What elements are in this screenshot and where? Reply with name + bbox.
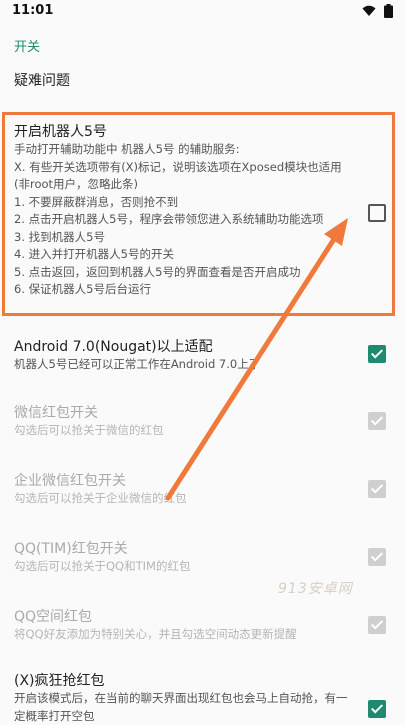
check-icon	[370, 413, 384, 426]
android7-pref[interactable]: Android 7.0(Nougat)以上适配 机器人5号已经可以正常工作在An…	[0, 330, 405, 380]
android7-pref-title: Android 7.0(Nougat)以上适配	[14, 339, 213, 355]
check-icon	[370, 481, 384, 494]
wechat-pref[interactable]: 微信红包开关 勾选后可以抢关于微信的红包	[0, 396, 405, 446]
work-wechat-checkbox[interactable]	[368, 480, 386, 498]
accessibility-line: X. 有些开关选项带有(X)标记，说明该选项在Xposed模块也适用	[14, 159, 342, 174]
check-icon	[370, 346, 384, 359]
accessibility-pref-title: 开启机器人5号	[14, 124, 107, 140]
qzone-checkbox[interactable]	[368, 616, 386, 634]
status-time: 11:01	[12, 3, 54, 18]
wechat-checkbox[interactable]	[368, 412, 386, 430]
wechat-pref-summary: 勾选后可以抢关于微信的红包	[14, 423, 164, 437]
accessibility-line: 5. 点击返回，返回到机器人5号的界面查看是否开启成功	[14, 264, 301, 279]
accessibility-line: 4. 进入并打开机器人5号的开关	[14, 247, 174, 261]
accessibility-line: 手动打开辅助功能中 机器人5号 的辅助服务:	[14, 142, 240, 156]
check-icon	[370, 549, 384, 562]
watermark: 913安卓网	[278, 581, 353, 597]
qq-tim-pref-summary: 勾选后可以抢关于QQ和TIM的红包	[14, 559, 191, 573]
wechat-pref-title: 微信红包开关	[14, 405, 98, 421]
work-wechat-pref-title: 企业微信红包开关	[14, 473, 126, 489]
work-wechat-pref[interactable]: 企业微信红包开关 勾选后可以抢关于企业微信的红包	[0, 464, 405, 514]
battery-icon	[384, 4, 393, 18]
status-icons	[362, 4, 393, 18]
android7-checkbox[interactable]	[368, 345, 386, 363]
check-icon	[370, 617, 384, 630]
qzone-pref-title: QQ空间红包	[14, 609, 93, 625]
troubleshooting-item[interactable]: 疑难问题	[14, 70, 70, 90]
crazy-grab-pref[interactable]: (X)疯狂抢红包 开启该模式后，在当前的聊天界面出现红包也会马上自动抢，有一定概…	[0, 666, 405, 723]
work-wechat-pref-summary: 勾选后可以抢关于企业微信的红包	[14, 491, 187, 505]
qzone-pref-summary: 将QQ好友添加为特别关心，并且勾选空间动态更新提醒	[14, 627, 297, 641]
qq-tim-checkbox[interactable]	[368, 548, 386, 566]
accessibility-line: 3. 找到机器人5号	[14, 229, 105, 244]
status-bar: 11:01	[0, 0, 405, 24]
accessibility-line: 1. 不要屏蔽群消息，否则抢不到	[14, 194, 179, 209]
accessibility-line: 2. 点击开启机器人5号，程序会带领您进入系统辅助功能选项	[14, 212, 324, 226]
qq-tim-pref-title: QQ(TIM)红包开关	[14, 541, 128, 557]
qq-tim-pref[interactable]: QQ(TIM)红包开关 勾选后可以抢关于QQ和TIM的红包	[0, 532, 405, 582]
wifi-icon	[362, 5, 376, 17]
crazy-grab-checkbox[interactable]	[368, 700, 386, 718]
android7-pref-summary: 机器人5号已经可以正常工作在Android 7.0上了	[14, 357, 261, 371]
qzone-pref[interactable]: QQ空间红包 将QQ好友添加为特别关心，并且勾选空间动态更新提醒	[0, 600, 405, 650]
switches-section-header: 开关	[14, 40, 41, 55]
accessibility-line: 6. 保证机器人5号后台运行	[14, 282, 151, 296]
accessibility-pref[interactable]: 开启机器人5号 手动打开辅助功能中 机器人5号 的辅助服务: X. 有些开关选项…	[0, 112, 405, 316]
accessibility-line: (非root用户，忽略此条)	[14, 177, 139, 191]
check-icon	[370, 701, 384, 714]
crazy-grab-pref-title: (X)疯狂抢红包	[14, 673, 105, 689]
accessibility-checkbox[interactable]	[368, 204, 386, 222]
